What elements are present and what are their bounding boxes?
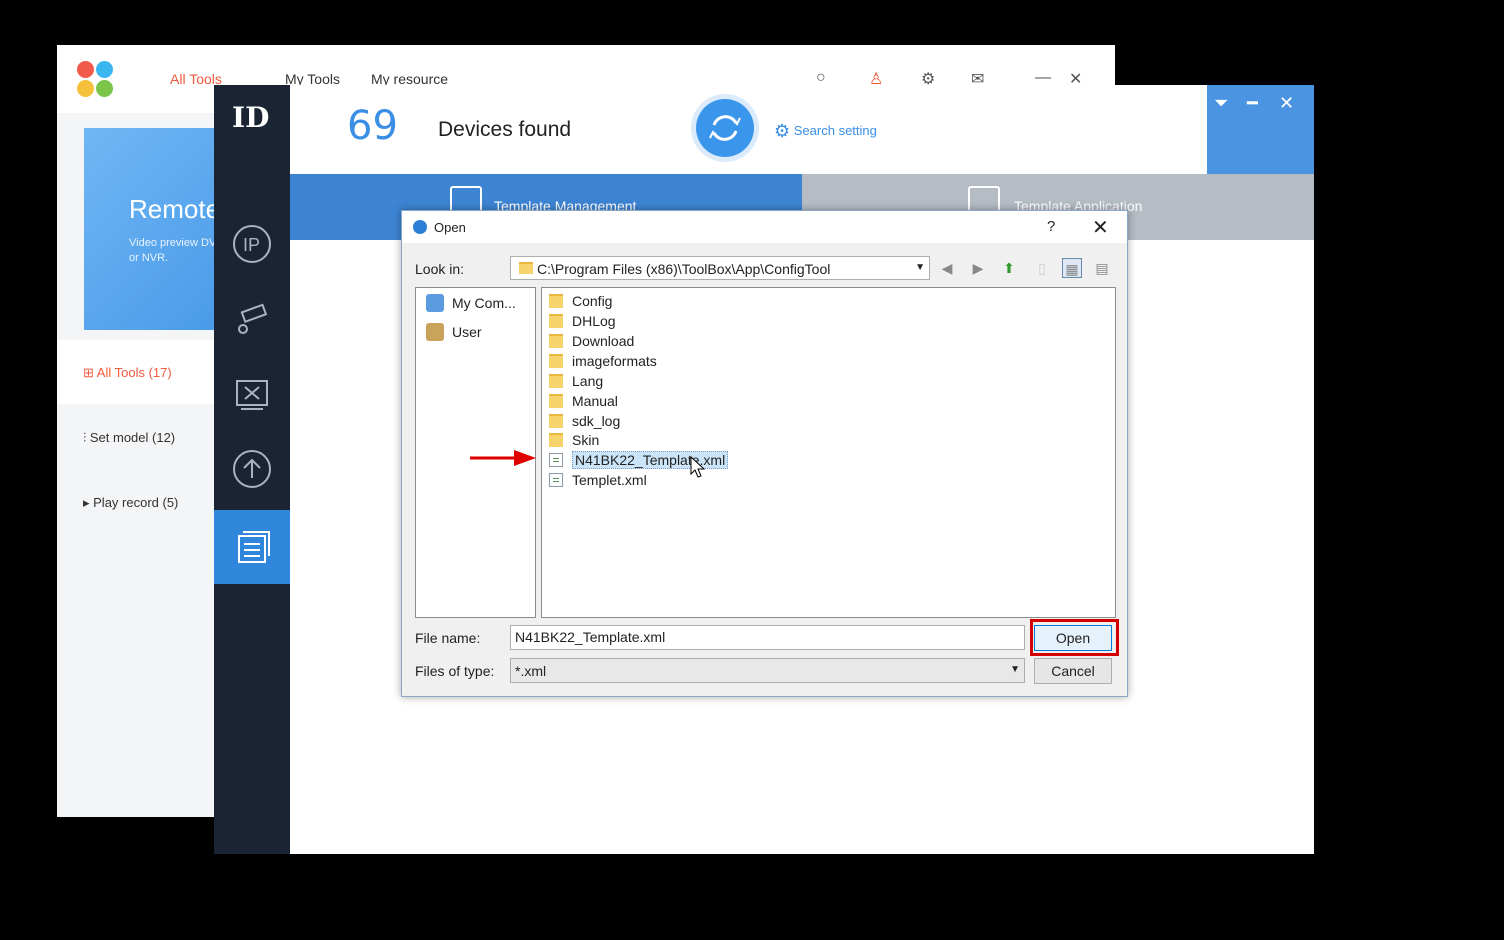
menu-all-tools-label: All Tools (17) xyxy=(96,365,172,380)
look-in-path: C:\Program Files (x86)\ToolBox\App\Confi… xyxy=(537,261,831,277)
search-setting-link[interactable]: ⚙ Search setting xyxy=(774,121,877,142)
list-item[interactable]: Manual xyxy=(549,391,618,410)
camera-settings-icon[interactable] xyxy=(214,281,290,355)
file-name: Templet.xml xyxy=(572,471,647,488)
window-controls: ⏷ ━ ✕ xyxy=(1207,85,1314,175)
file-name: sdk_log xyxy=(572,412,621,429)
app-logo: ID xyxy=(232,101,270,134)
dropdown-icon[interactable]: ⏷ xyxy=(1214,93,1228,114)
folder-icon xyxy=(549,333,563,348)
configtool-sidebar: ID IP xyxy=(214,85,290,854)
svg-text:IP: IP xyxy=(243,235,260,255)
place-my-computer[interactable]: My Com... xyxy=(426,294,516,312)
folder-icon xyxy=(549,373,563,388)
menu-set-model[interactable]: ⫶ Set model (12) xyxy=(83,430,175,446)
banner-title: Remote xyxy=(129,194,221,224)
dialog-title: Open xyxy=(434,220,466,235)
file-name: Lang xyxy=(572,372,604,389)
mouse-cursor-icon xyxy=(690,456,706,478)
list-item[interactable]: DHLog xyxy=(549,311,616,330)
look-in-label: Look in: xyxy=(415,261,465,277)
dialog-titlebar: Open ? ✕ xyxy=(402,211,1127,243)
open-highlight-box xyxy=(1030,619,1119,656)
list-view-icon[interactable]: ▦ xyxy=(1062,258,1082,278)
file-name: Manual xyxy=(572,392,618,409)
computer-icon xyxy=(426,294,444,312)
search-setting-label: Search setting xyxy=(793,123,877,138)
remote-banner[interactable]: Remote Video preview DVR or NVR. xyxy=(84,128,224,330)
file-name: Config xyxy=(572,292,613,309)
user-icon xyxy=(426,323,444,341)
banner-text: Video preview DVR or NVR. xyxy=(129,237,224,264)
menu-play-record[interactable]: ▸ Play record (5) xyxy=(83,495,178,511)
gear-icon: ⚙ xyxy=(774,121,791,141)
place-label: My Com... xyxy=(452,295,516,311)
help-button[interactable]: ? xyxy=(1047,218,1055,235)
list-item[interactable]: Download xyxy=(549,331,634,350)
file-name-label: File name: xyxy=(415,630,481,646)
folder-icon xyxy=(549,313,563,328)
device-count: 69 xyxy=(347,103,398,149)
files-of-type-value: *.xml xyxy=(515,663,547,679)
files-of-type-label: Files of type: xyxy=(415,663,495,679)
chevron-down-icon: ▼ xyxy=(1010,664,1020,675)
xml-file-icon xyxy=(549,452,563,467)
folder-icon xyxy=(549,393,563,408)
menu-play-record-label: Play record (5) xyxy=(93,495,179,510)
devices-found-label: Devices found xyxy=(438,118,572,141)
app-icon xyxy=(413,220,427,234)
folder-icon xyxy=(519,262,533,274)
list-item[interactable]: imageformats xyxy=(549,351,657,370)
tools-icon[interactable] xyxy=(214,357,290,431)
back-icon[interactable]: ◀ xyxy=(937,258,957,278)
refresh-button[interactable] xyxy=(696,99,754,157)
list-item[interactable]: Templet.xml xyxy=(549,470,647,489)
folder-icon xyxy=(549,413,563,428)
place-label: User xyxy=(452,324,482,340)
file-name: Skin xyxy=(572,431,600,448)
file-name: Download xyxy=(572,332,635,349)
menu-set-model-label: Set model (12) xyxy=(89,430,176,445)
chevron-down-icon: ▼ xyxy=(915,262,925,273)
cancel-button[interactable]: Cancel xyxy=(1034,658,1112,684)
ip-icon[interactable]: IP xyxy=(214,207,290,281)
list-item[interactable]: Config xyxy=(549,291,612,310)
detail-view-icon[interactable]: ▤ xyxy=(1092,258,1112,278)
look-in-combo[interactable]: C:\Program Files (x86)\ToolBox\App\Confi… xyxy=(510,256,930,280)
list-item[interactable]: Skin xyxy=(549,430,599,449)
parent-folder-icon[interactable]: ⬆ xyxy=(999,258,1019,278)
folder-icon xyxy=(549,353,563,368)
close-icon[interactable]: ✕ xyxy=(1279,93,1294,114)
list-item[interactable]: sdk_log xyxy=(549,411,620,430)
files-of-type-combo[interactable]: *.xml ▼ xyxy=(510,658,1025,683)
xml-file-icon xyxy=(549,472,563,487)
toolbox-logo xyxy=(77,61,115,99)
file-name: imageformats xyxy=(572,352,657,369)
upgrade-icon[interactable] xyxy=(214,432,290,506)
file-name: DHLog xyxy=(572,312,616,329)
red-arrow-icon xyxy=(470,450,536,466)
list-item[interactable]: Lang xyxy=(549,371,603,390)
template-icon[interactable] xyxy=(214,510,290,584)
folder-icon xyxy=(549,293,563,308)
close-button[interactable]: ✕ xyxy=(1092,215,1109,240)
place-user[interactable]: User xyxy=(426,323,482,341)
folder-icon xyxy=(549,432,563,447)
minimize-icon[interactable]: ━ xyxy=(1247,93,1258,114)
menu-all-tools[interactable]: ⊞ All Tools (17) xyxy=(83,365,172,381)
file-name-input[interactable]: N41BK22_Template.xml xyxy=(510,625,1025,650)
forward-icon[interactable]: ▶ xyxy=(968,258,988,278)
new-folder-icon[interactable]: ▯ xyxy=(1032,258,1052,278)
file-list: Config DHLog Download imageformats Lang … xyxy=(541,287,1116,618)
refresh-icon xyxy=(709,115,741,141)
